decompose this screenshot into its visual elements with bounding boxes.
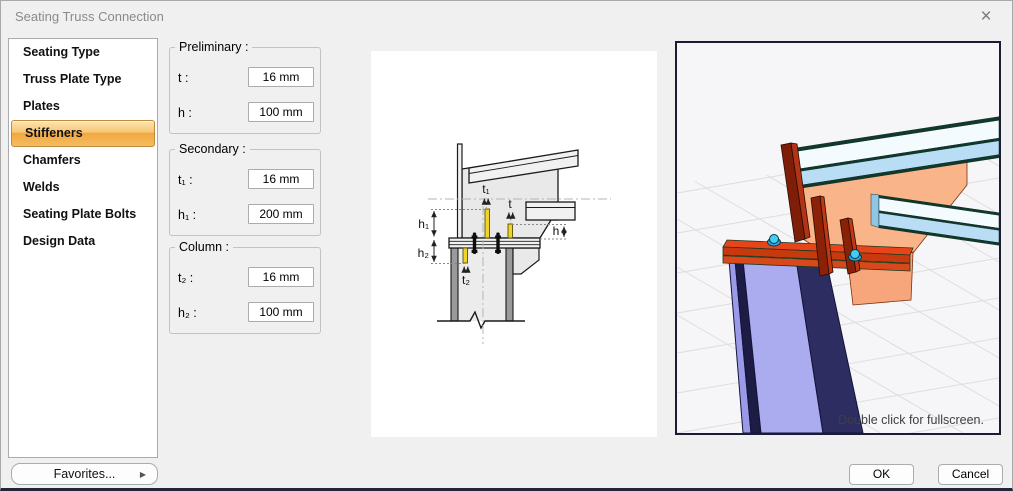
group-column: Column : t₂ : h₂ : <box>169 240 321 334</box>
ok-button[interactable]: OK <box>849 464 914 485</box>
field-label-h: h : <box>178 106 192 120</box>
input-t2[interactable] <box>248 267 314 287</box>
group-secondary: Secondary : t₁ : h₁ : <box>169 142 321 236</box>
seating-plate <box>448 237 541 249</box>
stiffener-t1 <box>484 208 490 239</box>
diagram-label-t2: t₂ <box>462 273 470 287</box>
favorites-button[interactable]: Favorites... ▶ <box>11 463 158 485</box>
stiffener-t2 <box>462 247 468 264</box>
sidebar: Seating Type Truss Plate Type Plates Sti… <box>8 38 158 458</box>
diagram-label-t1: t₁ <box>482 182 489 196</box>
group-column-title: Column : <box>175 240 234 254</box>
viewport-3d-render[interactable] <box>677 43 1000 434</box>
seating-truss-connection-dialog: Seating Truss Connection × Seating Type … <box>0 0 1013 491</box>
sidebar-item-truss-plate-type[interactable]: Truss Plate Type <box>10 66 156 93</box>
input-h[interactable] <box>248 102 314 122</box>
diagram-page: t₁ t h₁ h₂ t₂ h <box>371 51 657 437</box>
column-flange-right <box>505 247 514 322</box>
group-secondary-title: Secondary : <box>175 142 250 156</box>
sidebar-item-welds[interactable]: Welds <box>10 174 156 201</box>
diagram-label-h2: h₂ <box>418 246 430 260</box>
input-t[interactable] <box>248 67 314 87</box>
fullscreen-hint: Double click for fullscreen. <box>838 413 984 427</box>
input-t1[interactable] <box>248 169 314 189</box>
truss-plate-edge <box>456 143 463 239</box>
favorites-expand-icon: ▶ <box>139 470 146 479</box>
stiffener-t <box>507 223 513 239</box>
sidebar-item-design-data[interactable]: Design Data <box>10 228 156 255</box>
input-h1[interactable] <box>248 204 314 224</box>
window-title: Seating Truss Connection <box>15 9 164 24</box>
field-label-h1: h₁ : <box>178 208 197 222</box>
sidebar-item-seating-type[interactable]: Seating Type <box>10 39 156 66</box>
sidebar-item-chamfers[interactable]: Chamfers <box>10 147 156 174</box>
connection-diagram: t₁ t h₁ h₂ t₂ h <box>418 143 611 344</box>
field-label-t1: t₁ : <box>178 173 193 187</box>
sidebar-item-stiffeners[interactable]: Stiffeners <box>11 120 155 147</box>
secondary-beam <box>525 201 576 221</box>
favorites-label: Favorites... <box>53 467 116 481</box>
field-label-h2: h₂ : <box>178 306 197 320</box>
viewport-3d[interactable]: Double click for fullscreen. <box>675 41 1001 435</box>
diagram-label-h: h <box>553 224 560 238</box>
field-label-t: t : <box>178 71 189 85</box>
column-flange-left <box>450 247 459 322</box>
cancel-button[interactable]: Cancel <box>938 464 1003 485</box>
sidebar-item-plates[interactable]: Plates <box>10 93 156 120</box>
close-icon[interactable]: × <box>972 4 1000 30</box>
group-preliminary: Preliminary : t : h : <box>169 40 321 134</box>
seat-bracket <box>512 247 540 275</box>
field-label-t2: t₂ : <box>178 271 194 285</box>
input-h2[interactable] <box>248 302 314 322</box>
group-preliminary-title: Preliminary : <box>175 40 253 54</box>
title-bar[interactable]: Seating Truss Connection × <box>1 1 1012 33</box>
sidebar-item-seating-plate-bolts[interactable]: Seating Plate Bolts <box>10 201 156 228</box>
diagram-label-h1: h₁ <box>418 217 429 231</box>
